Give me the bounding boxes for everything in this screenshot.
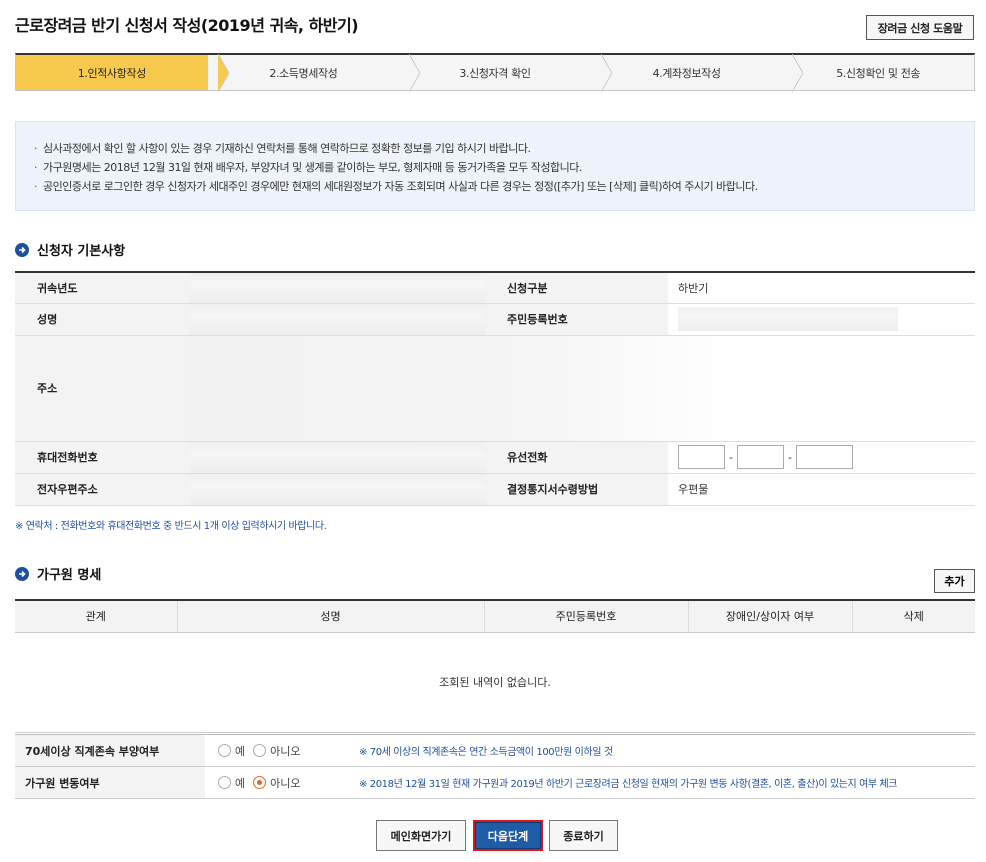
option-label: 70세이상 직계존속 부양여부 bbox=[15, 734, 205, 767]
notice-item: 심사과정에서 확인 할 사항이 있는 경우 기재하신 연락처를 통해 연락하므로… bbox=[34, 139, 956, 158]
family-section-title: 가구원 명세 bbox=[15, 564, 101, 583]
applicant-section-label: 신청자 기본사항 bbox=[37, 244, 126, 259]
radio-group-change: 예 아니오 bbox=[205, 766, 355, 799]
rrn-value bbox=[668, 303, 975, 336]
step-5-label: 5.신청확인 및 전송 bbox=[836, 66, 921, 80]
landline-last-input[interactable] bbox=[796, 445, 853, 469]
applicant-info-table: 귀속년도 신청구분 하반기 성명 주민등록번호 주소 휴대전화번호 유선전화 -… bbox=[15, 271, 975, 506]
contact-note: ※ 연락처 : 전화번호와 휴대전화번호 중 반드시 1개 이상 입력하시기 바… bbox=[15, 521, 327, 532]
next-step-button[interactable]: 다음단계 bbox=[473, 820, 543, 851]
notice-box: 심사과정에서 확인 할 사항이 있는 경우 기재하신 연락처를 통해 연락하므로… bbox=[15, 121, 975, 211]
column-header: 관계 bbox=[15, 600, 177, 633]
step-4: 4.계좌정보작성 bbox=[591, 54, 804, 92]
add-family-button[interactable]: 추가 bbox=[934, 569, 975, 593]
family-table: 관계 성명 주민등록번호 장애인/상이자 여부 삭제 조회된 내역이 없습니다. bbox=[15, 599, 975, 733]
year-label: 귀속년도 bbox=[15, 272, 189, 304]
arrow-right-circle-icon bbox=[15, 566, 29, 581]
notice-method-value: 우편물 bbox=[668, 473, 975, 506]
radio-group-elderly: 예 아니오 bbox=[205, 734, 355, 767]
elderly-yes-radio[interactable] bbox=[218, 744, 231, 757]
step-5: 5.신청확인 및 전송 bbox=[782, 55, 974, 90]
close-button[interactable]: 종료하기 bbox=[549, 820, 618, 851]
landline-middle-input[interactable] bbox=[737, 445, 784, 469]
column-header: 성명 bbox=[176, 600, 484, 633]
radio-label: 아니오 bbox=[270, 744, 301, 758]
step-3-label: 3.신청자격 확인 bbox=[459, 66, 531, 80]
apply-type-value: 하반기 bbox=[668, 272, 975, 304]
step-1-label: 1.인적사항작성 bbox=[77, 66, 146, 80]
mobile-label: 휴대전화번호 bbox=[15, 441, 189, 474]
help-button[interactable]: 장려금 신청 도움말 bbox=[866, 15, 974, 40]
step-progress: 1.인적사항작성 2.소득명세작성 3.신청자격 확인 4.계좌정보작성 5.신… bbox=[15, 53, 975, 92]
email-label: 전자우편주소 bbox=[15, 473, 189, 506]
landline-field: -- bbox=[668, 441, 975, 474]
radio-label: 예 bbox=[235, 776, 246, 790]
family-section-label: 가구원 명세 bbox=[37, 568, 102, 583]
apply-type-label: 신청구분 bbox=[485, 272, 668, 304]
change-yes-radio[interactable] bbox=[218, 776, 231, 789]
page-title: 근로장려금 반기 신청서 작성(2019년 귀속, 하반기) bbox=[15, 16, 359, 35]
applicant-section-title: 신청자 기본사항 bbox=[15, 240, 125, 259]
name-label: 성명 bbox=[15, 303, 189, 336]
notice-item: 공인인증서로 로그인한 경우 신청자가 세대주인 경우에만 현재의 세대원정보가… bbox=[34, 177, 956, 196]
address-label: 주소 bbox=[15, 335, 189, 442]
radio-label: 예 bbox=[235, 744, 246, 758]
main-page-button[interactable]: 메인화면가기 bbox=[376, 820, 466, 851]
option-note: ※ 2018년 12월 31일 현재 가구원과 2019년 하반기 근로장려금 … bbox=[355, 766, 975, 799]
notice-method-label: 결정통지서수령방법 bbox=[485, 473, 668, 506]
phone-dash: - bbox=[729, 450, 733, 464]
step-2-label: 2.소득명세작성 bbox=[269, 66, 338, 80]
option-label: 가구원 변동여부 bbox=[15, 766, 205, 799]
phone-dash: - bbox=[788, 450, 792, 464]
elderly-no-radio[interactable] bbox=[253, 744, 267, 757]
step-3: 3.신청자격 확인 bbox=[399, 54, 612, 92]
landline-area-input[interactable] bbox=[678, 445, 725, 469]
step-1: 1.인적사항작성 bbox=[16, 54, 229, 92]
family-options-table: 70세이상 직계존속 부양여부 예 아니오 ※ 70세 이상의 직계존속은 연간 … bbox=[15, 734, 975, 799]
step-4-label: 4.계좌정보작성 bbox=[652, 66, 721, 80]
option-note: ※ 70세 이상의 직계존속은 연간 소득금액이 100만원 이하일 것 bbox=[355, 734, 975, 767]
email-value bbox=[189, 473, 485, 506]
mobile-value bbox=[189, 441, 485, 474]
landline-label: 유선전화 bbox=[485, 441, 668, 474]
change-no-radio[interactable] bbox=[253, 776, 267, 789]
year-value bbox=[189, 272, 485, 304]
notice-item: 가구원명세는 2018년 12월 31일 현재 배우자, 부양자녀 및 생계를 … bbox=[34, 158, 956, 177]
address-value bbox=[189, 335, 975, 442]
radio-label: 아니오 bbox=[270, 776, 301, 790]
arrow-right-circle-icon bbox=[15, 242, 29, 257]
column-header: 장애인/상이자 여부 bbox=[687, 600, 852, 633]
empty-message: 조회된 내역이 없습니다. bbox=[15, 632, 975, 733]
name-value bbox=[189, 303, 485, 336]
column-header: 주민등록번호 bbox=[483, 600, 688, 633]
rrn-label: 주민등록번호 bbox=[485, 303, 668, 336]
column-header: 삭제 bbox=[851, 600, 975, 633]
step-2: 2.소득명세작성 bbox=[208, 54, 421, 92]
